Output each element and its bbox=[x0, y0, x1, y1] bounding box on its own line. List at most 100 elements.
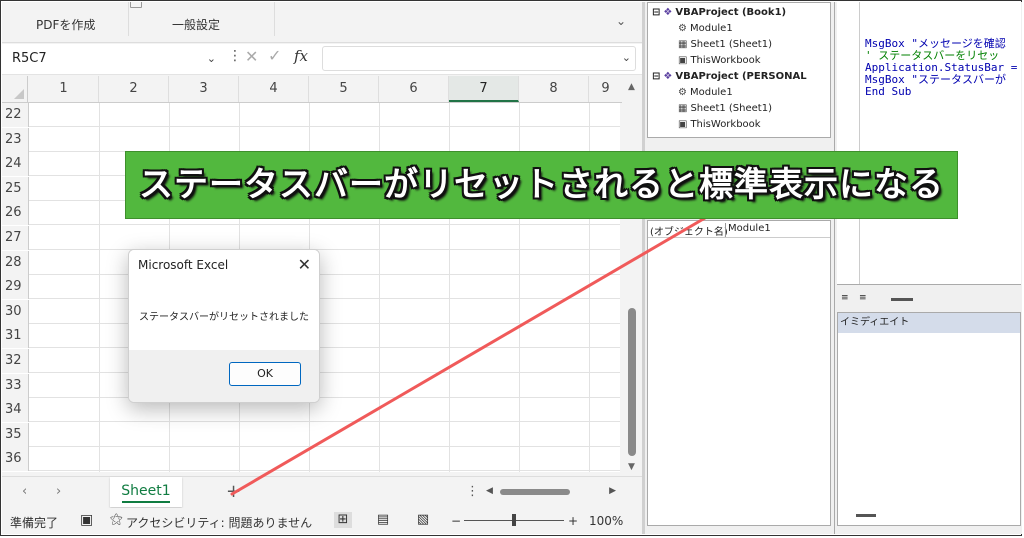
hscroll-thumb[interactable] bbox=[856, 514, 876, 517]
table-row[interactable]: 35 bbox=[2, 422, 620, 447]
row-header-26[interactable]: 26 bbox=[2, 201, 29, 226]
fx-label[interactable]: fx bbox=[294, 47, 308, 65]
scroll-thumb[interactable] bbox=[628, 308, 636, 456]
tree-item-label: ThisWorkbook bbox=[690, 55, 761, 66]
tree-item[interactable]: ⊟ ❖ VBAProject (PERSONAL bbox=[652, 71, 807, 82]
module-view-icon[interactable]: ≡ bbox=[859, 293, 867, 303]
column-header-8[interactable]: 8 bbox=[519, 76, 589, 102]
properties-window: (オブジェクト名) Module1 bbox=[647, 220, 831, 526]
close-icon[interactable]: ✕ bbox=[245, 47, 258, 66]
row-header-28[interactable]: 28 bbox=[2, 250, 29, 275]
scroll-up-icon[interactable]: ▲ bbox=[628, 82, 635, 92]
more-icon[interactable]: ⋮ bbox=[228, 48, 242, 64]
tree-item[interactable]: ▣ ThisWorkbook bbox=[678, 55, 761, 66]
tree-item[interactable]: ⚙ Module1 bbox=[678, 23, 733, 34]
scroll-right-icon[interactable]: ▶ bbox=[609, 486, 616, 496]
column-header-1[interactable]: 1 bbox=[29, 76, 99, 102]
formula-bar: R5C7 ⌄ ⋮ ✕ ✓ fx ⌄ bbox=[2, 44, 642, 75]
row-header-29[interactable]: 29 bbox=[2, 275, 29, 300]
formula-input[interactable]: ⌄ bbox=[322, 46, 636, 71]
tree-item-label: ThisWorkbook bbox=[690, 119, 761, 130]
add-sheet-button[interactable]: + bbox=[226, 481, 241, 502]
macro-record-icon[interactable]: ▣ bbox=[80, 512, 93, 528]
property-row[interactable]: (オブジェクト名) Module1 bbox=[648, 223, 830, 238]
code-line[interactable]: End Sub bbox=[865, 86, 1021, 98]
row-header-33[interactable]: 33 bbox=[2, 373, 29, 398]
tree-item[interactable]: ▣ ThisWorkbook bbox=[678, 119, 761, 130]
ok-button[interactable]: OK bbox=[229, 362, 301, 386]
check-icon[interactable]: ✓ bbox=[268, 46, 281, 65]
procedure-view-icon[interactable]: ≡ bbox=[841, 293, 849, 303]
row-header-31[interactable]: 31 bbox=[2, 324, 29, 349]
code-editor[interactable]: MsgBox "メッセージを確認 ' ステータスバーをリセッ Application… bbox=[837, 2, 1021, 284]
column-header-2[interactable]: 2 bbox=[99, 76, 169, 102]
column-header-3[interactable]: 3 bbox=[169, 76, 239, 102]
tree-item[interactable]: ⚙ Module1 bbox=[678, 87, 733, 98]
immediate-title: イミディエイト bbox=[838, 313, 1020, 333]
scroll-thumb[interactable] bbox=[500, 489, 570, 495]
row-header-32[interactable]: 32 bbox=[2, 349, 29, 373]
more-icon[interactable]: ⋮ bbox=[466, 484, 479, 499]
scroll-left-icon[interactable]: ◀ bbox=[486, 486, 493, 496]
table-row[interactable]: 36 bbox=[2, 447, 620, 472]
status-accessibility[interactable]: アクセシビリティ: 問題ありません bbox=[126, 514, 312, 531]
column-header-5[interactable]: 5 bbox=[309, 76, 379, 102]
row-header-36[interactable]: 36 bbox=[2, 447, 29, 472]
column-header-6[interactable]: 6 bbox=[379, 76, 449, 102]
row-header-35[interactable]: 35 bbox=[2, 422, 29, 447]
normal-view-icon[interactable]: ⊞ bbox=[334, 512, 352, 528]
page-break-icon[interactable]: ▧ bbox=[414, 512, 432, 528]
checkbox-icon[interactable] bbox=[130, 2, 142, 8]
zoom-level[interactable]: 100% bbox=[589, 514, 623, 528]
zoom-in-button[interactable]: + bbox=[568, 514, 578, 528]
immediate-window[interactable]: イミディエイト bbox=[837, 312, 1021, 526]
tree-item-label: Module1 bbox=[689, 23, 733, 34]
next-sheet-icon[interactable]: › bbox=[56, 484, 61, 499]
name-box[interactable]: R5C7 ⌄ bbox=[6, 48, 220, 70]
module-icon: ⚙ bbox=[678, 87, 687, 98]
column-header-9[interactable]: 9 bbox=[589, 76, 623, 102]
chevron-down-icon[interactable]: ⌄ bbox=[207, 48, 216, 70]
property-value[interactable]: Module1 bbox=[728, 223, 771, 234]
chevron-down-icon[interactable]: ⌄ bbox=[616, 14, 626, 28]
row-header-23[interactable]: 23 bbox=[2, 127, 29, 152]
status-ready: 準備完了 bbox=[10, 516, 59, 530]
row-header-24[interactable]: 24 bbox=[2, 152, 29, 177]
collapse-icon[interactable]: ⊟ bbox=[652, 71, 660, 82]
property-key: (オブジェクト名) bbox=[650, 227, 728, 238]
tree-item-label: Sheet1 (Sheet1) bbox=[690, 103, 772, 114]
ribbon-general-label[interactable]: 一般設定 bbox=[172, 16, 220, 33]
table-row[interactable]: 22 bbox=[2, 103, 620, 127]
ribbon-divider bbox=[128, 2, 129, 36]
row-header-27[interactable]: 27 bbox=[2, 226, 29, 250]
table-row[interactable]: 27 bbox=[2, 226, 620, 250]
close-icon[interactable]: ✕ bbox=[298, 255, 311, 274]
accessibility-icon[interactable]: ⚝ bbox=[110, 512, 123, 527]
chevron-down-icon[interactable]: ⌄ bbox=[622, 51, 631, 64]
workbook-icon: ▣ bbox=[678, 119, 688, 130]
column-header-4[interactable]: 4 bbox=[239, 76, 309, 102]
vertical-scrollbar[interactable]: ▲ ▼ bbox=[622, 76, 642, 476]
hscroll-thumb[interactable] bbox=[891, 298, 913, 301]
tree-item[interactable]: ⊟ ❖ VBAProject (Book1) bbox=[652, 7, 786, 18]
select-all-corner[interactable] bbox=[2, 76, 28, 102]
page-layout-icon[interactable]: ▤ bbox=[374, 512, 392, 528]
column-header-7[interactable]: 7 bbox=[449, 76, 519, 102]
table-row[interactable]: 23 bbox=[2, 127, 620, 152]
sheet-tab-sheet1[interactable]: Sheet1 bbox=[110, 477, 182, 507]
row-header-34[interactable]: 34 bbox=[2, 398, 29, 423]
horizontal-scrollbar[interactable]: ◀ ▶ bbox=[486, 486, 616, 497]
zoom-slider-knob[interactable] bbox=[512, 514, 516, 526]
ribbon-pdf-label[interactable]: PDFを作成 bbox=[36, 16, 95, 33]
scroll-down-icon[interactable]: ▼ bbox=[628, 462, 635, 472]
tree-item[interactable]: ▦ Sheet1 (Sheet1) bbox=[678, 103, 772, 114]
sheet-tab-label: Sheet1 bbox=[121, 483, 171, 499]
vbaproject-icon: ❖ bbox=[663, 71, 673, 82]
row-header-25[interactable]: 25 bbox=[2, 176, 29, 201]
collapse-icon[interactable]: ⊟ bbox=[652, 7, 660, 18]
zoom-out-button[interactable]: − bbox=[451, 514, 461, 528]
tree-item[interactable]: ▦ Sheet1 (Sheet1) bbox=[678, 39, 772, 50]
row-header-30[interactable]: 30 bbox=[2, 299, 29, 324]
row-header-22[interactable]: 22 bbox=[2, 103, 29, 127]
prev-sheet-icon[interactable]: ‹ bbox=[22, 484, 27, 499]
